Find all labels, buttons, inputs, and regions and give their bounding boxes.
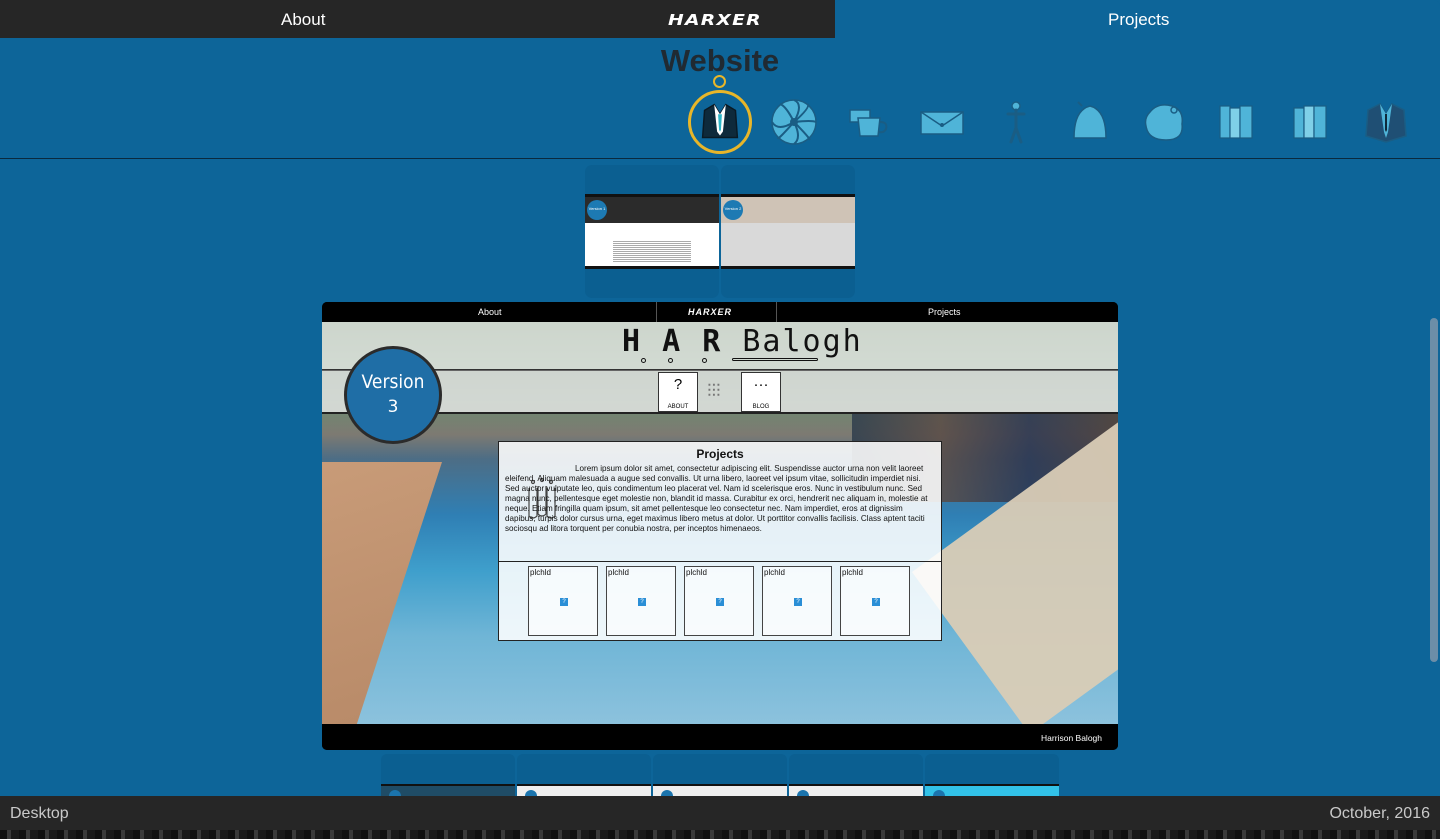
website-preview[interactable]: About HARXER Projects H A R Balogh ? ABO…: [322, 302, 1118, 750]
blob-icon: [1144, 104, 1184, 141]
category-books[interactable]: [1208, 92, 1268, 152]
preview-footer-credit: Harrison Balogh: [1041, 733, 1102, 743]
version-thumb-1[interactable]: Version 1: [585, 165, 719, 298]
preview-blog-label: BLOG: [752, 404, 770, 410]
mug-icon: [849, 109, 888, 137]
placeholder-label: plchld: [686, 568, 707, 577]
category-bell[interactable]: [1060, 92, 1120, 152]
screenshot-thumb[interactable]: [789, 754, 923, 799]
device-label: Desktop: [10, 805, 69, 822]
swirl-icon: [771, 99, 817, 145]
category-books-alt[interactable]: [1282, 92, 1342, 152]
harxer-logo[interactable]: HARXER: [668, 11, 762, 29]
pool-party-photo: H A R Balogh ? ABOUT ⫶⫶⫶ ··· BLOG Versio…: [322, 322, 1118, 724]
preview-brand-initials: H A R: [622, 324, 723, 359]
version-badge-label: Version: [361, 371, 425, 393]
projects-heading: Projects: [696, 447, 744, 461]
project-placeholder[interactable]: plchld?: [762, 566, 832, 636]
envelope-icon: [920, 111, 964, 135]
books-icon: [1219, 105, 1253, 139]
preview-about-button[interactable]: ? ABOUT: [658, 372, 698, 412]
broken-image-icon: ?: [560, 598, 568, 606]
version-thumb-2[interactable]: Version 2: [721, 165, 855, 298]
version-1-screenshot: Version 1: [585, 194, 719, 269]
preview-blog-button[interactable]: ··· BLOG: [741, 372, 781, 412]
version-badge-number: 3: [387, 397, 399, 417]
category-figure[interactable]: [986, 92, 1046, 152]
top-nav: About HARXER Projects: [0, 0, 1440, 38]
category-mug[interactable]: [838, 92, 898, 152]
placeholder-label: plchld: [764, 568, 785, 577]
version-2-screenshot: Version 2: [721, 194, 855, 269]
project-placeholder[interactable]: plchld?: [684, 566, 754, 636]
tuxedo-alt-icon: [1365, 103, 1407, 143]
placeholder-label: plchld: [842, 568, 863, 577]
placeholder-label: plchld: [530, 568, 551, 577]
question-doc-icon: ?: [673, 376, 683, 393]
screenshot-thumb[interactable]: [517, 754, 651, 799]
preview-nav-logo: HARXER: [688, 307, 733, 317]
category-tuxedo[interactable]: [688, 90, 752, 154]
preview-nav-projects: Projects: [928, 307, 961, 317]
speech-bubble-icon: ···: [753, 376, 769, 393]
category-tuxedo-alt[interactable]: [1356, 92, 1416, 152]
preview-nav: About HARXER Projects: [322, 302, 1118, 322]
nav-projects-tab[interactable]: Projects: [835, 0, 1440, 38]
screenshot-thumb[interactable]: [653, 754, 787, 799]
nav-projects-label: Projects: [1108, 10, 1170, 29]
preview-brand-name: Balogh: [742, 324, 863, 359]
broken-image-icon: ?: [638, 598, 646, 606]
scrollbar-thumb[interactable]: [1430, 318, 1438, 662]
header-divider: [0, 158, 1440, 159]
broken-image-icon: ?: [716, 598, 724, 606]
project-placeholder[interactable]: plchld?: [840, 566, 910, 636]
broken-image-icon: ?: [794, 598, 802, 606]
projects-panel: Projects Lorem ipsum dolor sit amet, con…: [498, 441, 942, 641]
project-placeholder[interactable]: plchld?: [528, 566, 598, 636]
test-tubes-icon: ⫶⫶⫶: [707, 381, 721, 401]
category-envelope[interactable]: [912, 92, 972, 152]
version-2-badge: Version 2: [723, 200, 743, 220]
screenshot-thumb[interactable]: [381, 754, 515, 799]
selection-pin: [713, 75, 726, 88]
version-badge: Version 3: [344, 346, 442, 444]
projects-description: Lorem ipsum dolor sit amet, consectetur …: [505, 464, 928, 533]
footer-texture: [0, 830, 1440, 839]
version-1-badge: Version 1: [587, 200, 607, 220]
nav-about-label: About: [281, 10, 326, 29]
preview-banner: H A R Balogh: [322, 322, 1118, 370]
date-label: October, 2016: [1329, 805, 1430, 822]
category-blob[interactable]: [1134, 92, 1194, 152]
screenshot-thumb[interactable]: [925, 754, 1059, 799]
preview-footer: Harrison Balogh: [322, 724, 1118, 750]
project-placeholder[interactable]: plchld?: [606, 566, 676, 636]
placeholder-label: plchld: [608, 568, 629, 577]
page-title: Website: [660, 43, 780, 78]
preview-about-label: ABOUT: [667, 404, 689, 410]
books-alt-icon: [1293, 105, 1327, 139]
preview-brand: H A R Balogh: [622, 324, 863, 359]
broken-image-icon: ?: [872, 598, 880, 606]
category-swirl[interactable]: [764, 92, 824, 152]
tuxedo-icon: [701, 103, 739, 139]
footer-bar: Desktop October, 2016: [0, 796, 1440, 839]
figure-icon: [1006, 101, 1026, 144]
preview-nav-about: About: [478, 307, 502, 317]
bell-icon: [1073, 101, 1107, 139]
